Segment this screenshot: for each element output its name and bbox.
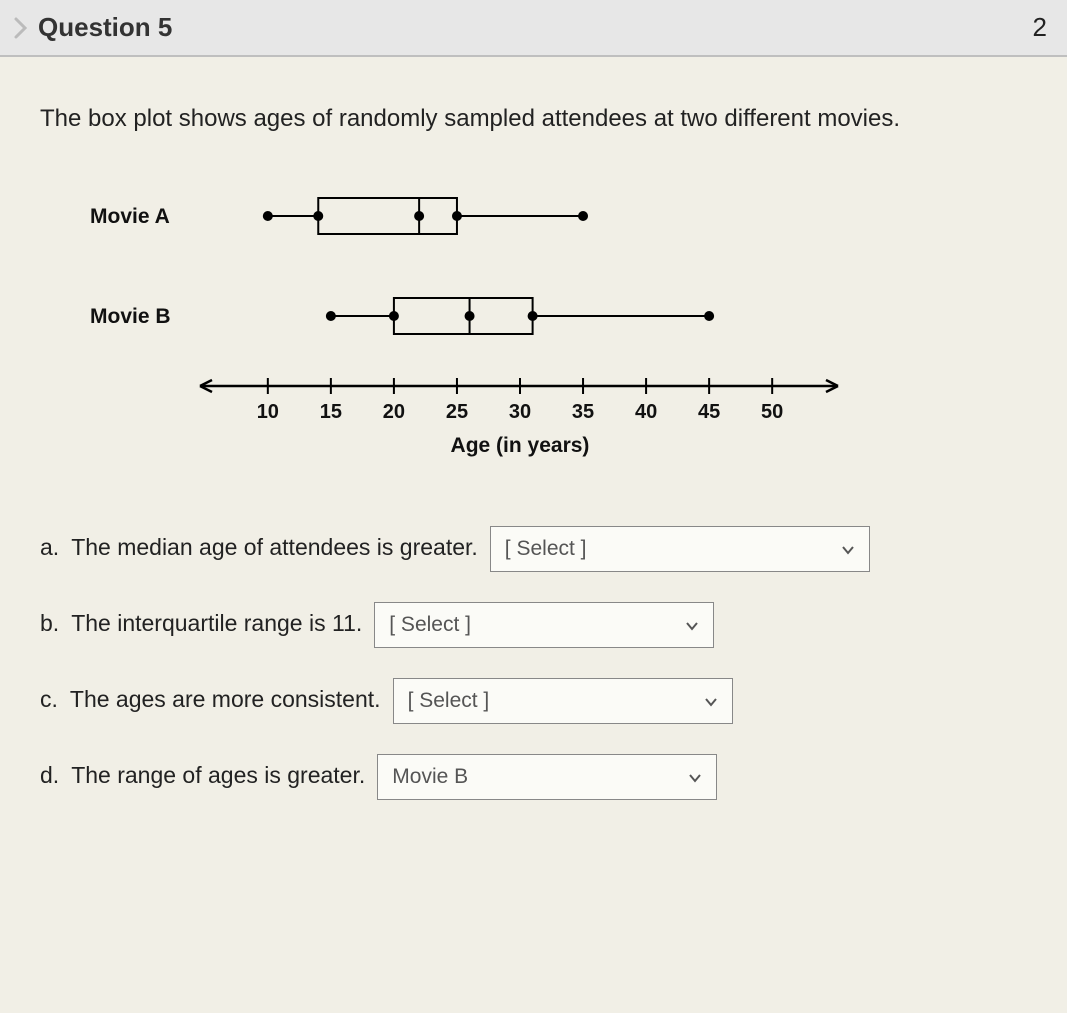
svg-text:15: 15 (320, 401, 342, 423)
svg-text:10: 10 (257, 401, 279, 423)
svg-text:40: 40 (635, 401, 657, 423)
points-value: 2 (1033, 12, 1047, 43)
svg-text:Age (in years): Age (in years) (451, 434, 590, 457)
part-text: The interquartile range is 11. (71, 610, 362, 637)
part-text: The range of ages is greater. (71, 762, 365, 789)
part-b: b. The interquartile range is 11. [ Sele… (40, 602, 1039, 648)
chevron-right-icon (4, 16, 38, 40)
svg-text:25: 25 (446, 401, 468, 423)
svg-text:45: 45 (698, 401, 720, 423)
select-value: [ Select ] (389, 613, 471, 637)
part-c: c. The ages are more consistent. [ Selec… (40, 678, 1039, 724)
select-d[interactable]: Movie B (377, 754, 717, 800)
select-value: [ Select ] (408, 689, 490, 713)
select-a[interactable]: [ Select ] (490, 526, 870, 572)
select-b[interactable]: [ Select ] (374, 602, 714, 648)
boxplot-chart: Movie A Movie B 10 15 20 25 30 35 40 45 50 Age (in … (90, 161, 1039, 486)
svg-text:35: 35 (572, 401, 594, 423)
part-text: The median age of attendees is greater. (71, 534, 478, 561)
question-prompt: The box plot shows ages of randomly samp… (40, 105, 1039, 133)
question-body: The box plot shows ages of randomly samp… (0, 57, 1067, 950)
chevron-down-icon (704, 689, 718, 713)
chevron-down-icon (688, 765, 702, 789)
part-letter: b. (40, 610, 59, 637)
svg-text:Movie B: Movie B (90, 305, 171, 328)
part-letter: d. (40, 762, 59, 789)
part-letter: c. (40, 686, 58, 713)
part-a: a. The median age of attendees is greate… (40, 526, 1039, 572)
svg-text:Movie A: Movie A (90, 205, 170, 228)
part-text: The ages are more consistent. (70, 686, 381, 713)
question-header: Question 5 2 (0, 0, 1067, 57)
select-value: [ Select ] (505, 537, 587, 561)
part-letter: a. (40, 534, 59, 561)
chevron-down-icon (841, 537, 855, 561)
chevron-down-icon (685, 613, 699, 637)
select-c[interactable]: [ Select ] (393, 678, 733, 724)
select-value: Movie B (392, 765, 468, 789)
svg-text:30: 30 (509, 401, 531, 423)
svg-text:50: 50 (761, 401, 783, 423)
part-d: d. The range of ages is greater. Movie B (40, 754, 1039, 800)
svg-text:20: 20 (383, 401, 405, 423)
question-title: Question 5 (38, 12, 1033, 43)
